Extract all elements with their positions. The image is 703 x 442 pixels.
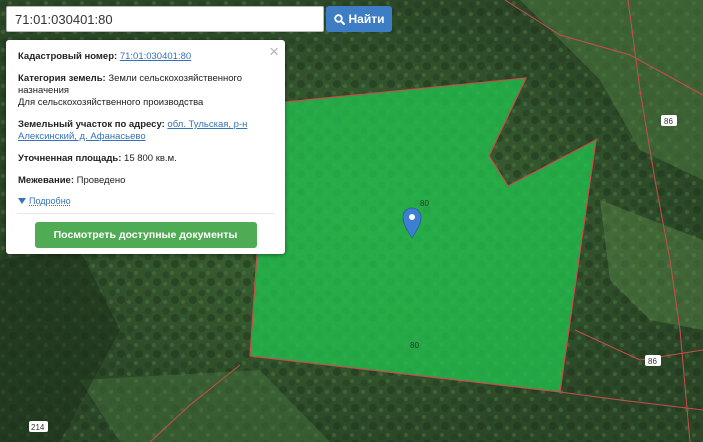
survey-label: Межевание: [18,175,74,186]
close-icon[interactable]: × [269,43,279,60]
map-number-label: 214 [29,421,48,432]
map-number-label: 80 [410,341,419,350]
label-right-top: 86 [664,117,673,126]
card-divider [17,213,274,214]
map-number-label: 86 [661,115,677,126]
address-row: Земельный участок по адресу: обл. Тульск… [18,119,273,143]
label-bottom-left: 214 [31,423,45,432]
land-purpose-value: Для сельскохозяйственного производства [18,97,204,108]
label-parcel-center: 80 [420,199,429,208]
search-button[interactable]: Найти [326,6,392,32]
land-category-label: Категория земель: [18,73,106,84]
cadastral-number-label: Кадастровый номер: [18,51,118,62]
view-documents-button[interactable]: Посмотреть доступные документы [34,222,257,248]
label-parcel-bottom: 80 [410,341,419,350]
details-toggle-label: Подробно [29,196,71,206]
search-icon [333,13,345,25]
survey-value: Проведено [76,175,126,186]
triangle-down-icon [18,198,26,204]
label-right-bottom: 86 [648,357,657,366]
map-number-label: 86 [645,355,661,366]
area-label: Уточненная площадь: [18,153,122,164]
details-toggle[interactable]: Подробно [18,196,273,206]
cadastral-number-link[interactable]: 71:01:030401:80 [120,51,191,62]
survey-row: Межевание: Проведено [18,175,273,187]
land-category-row: Категория земель: Земли сельскохозяйстве… [18,73,273,109]
address-label: Земельный участок по адресу: [18,119,165,130]
cadastral-number-row: Кадастровый номер: 71:01:030401:80 [18,51,273,63]
search-input[interactable] [6,6,324,32]
area-row: Уточненная площадь: 15 800 кв.м. [18,153,273,165]
parcel-info-card: × Кадастровый номер: 71:01:030401:80 Кат… [6,40,285,254]
area-value: 15 800 кв.м. [124,153,177,164]
map-number-label: 80 [420,199,429,208]
search-button-label: Найти [348,12,385,26]
